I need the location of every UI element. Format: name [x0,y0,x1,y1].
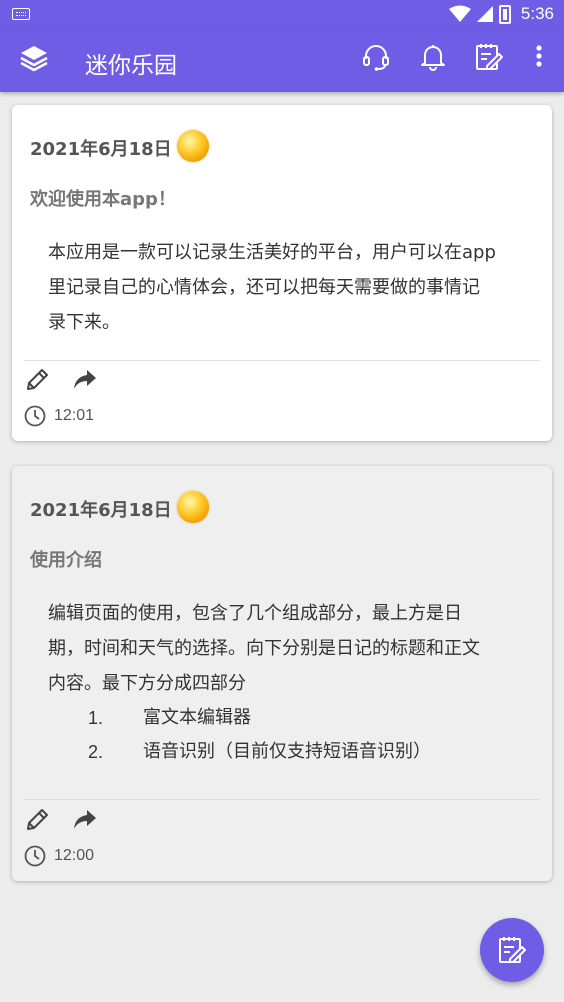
entry-time: 12:00 [24,845,94,867]
ordered-list: 1. 富文本编辑器 2. 语音识别（目前仅支持短语音识别） [48,701,518,769]
edit-pencil-icon[interactable] [24,367,50,393]
edit-pencil-icon[interactable] [24,807,50,833]
body-line: 录下来。 [48,312,120,333]
entry-body: 本应用是一款可以记录生活美好的平台，用户可以在app 里记录自己的心情体会，还可… [48,235,518,340]
list-item: 2. 语音识别（目前仅支持短语音识别） [48,735,518,769]
diary-card[interactable]: 2021年6月18日 使用介绍 编辑页面的使用，包含了几个组成部分，最上方是日 … [12,466,552,881]
entry-title: 使用介绍 [30,550,102,571]
divider [24,360,540,361]
entry-time: 12:01 [24,405,94,427]
edit-note-icon [499,937,526,963]
clock-icon [24,845,46,867]
time-label: 12:01 [54,407,95,424]
edit-note-icon[interactable] [474,42,504,72]
list-number: 2. [88,742,104,762]
sunny-icon [177,130,209,162]
clock-icon [24,405,46,427]
body-line: 编辑页面的使用，包含了几个组成部分，最上方是日 [48,603,462,624]
bell-icon[interactable] [418,42,448,72]
app-bar: 迷你乐园 [0,30,564,92]
more-vert-icon[interactable] [524,42,554,72]
status-bar: 5:36 [0,0,564,30]
time-label: 12:00 [54,847,95,864]
status-time: 5:36 [520,4,554,23]
share-icon[interactable] [72,367,98,393]
body-line: 期，时间和天气的选择。向下分别是日记的标题和正文 [48,638,480,659]
signal-icon [476,6,493,22]
body-line: 本应用是一款可以记录生活美好的平台，用户可以在app [48,242,496,263]
battery-icon [498,4,511,24]
list-text: 富文本编辑器 [143,707,251,728]
list-text: 语音识别（目前仅支持短语音识别） [143,741,431,762]
entry-date: 2021年6月18日 [30,139,172,160]
body-line: 内容。最下方分成四部分 [48,673,246,694]
list-item: 1. 富文本编辑器 [48,701,518,735]
share-icon[interactable] [72,807,98,833]
entry-title: 欢迎使用本app！ [30,189,176,210]
layers-icon[interactable] [18,42,50,74]
entry-date: 2021年6月18日 [30,500,172,521]
entry-body: 编辑页面的使用，包含了几个组成部分，最上方是日 期，时间和天气的选择。向下分别是… [48,596,518,769]
new-entry-button[interactable] [480,918,544,982]
wifi-icon [448,5,471,22]
body-line: 里记录自己的心情体会，还可以把每天需要做的事情记 [48,277,480,298]
keyboard-icon [12,8,30,20]
sunny-icon [177,491,209,523]
app-title: 迷你乐园 [85,53,177,79]
divider [24,799,540,800]
list-number: 1. [88,708,104,728]
diary-card[interactable]: 2021年6月18日 欢迎使用本app！ 本应用是一款可以记录生活美好的平台，用… [12,105,552,441]
headset-icon[interactable] [361,42,391,72]
